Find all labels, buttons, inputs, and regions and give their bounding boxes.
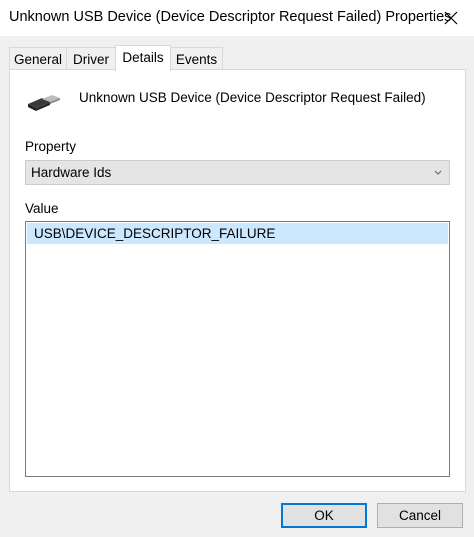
ok-button[interactable]: OK — [281, 503, 367, 528]
cancel-button[interactable]: Cancel — [377, 503, 463, 528]
tab-general[interactable]: General — [9, 47, 67, 70]
list-item[interactable]: USB\DEVICE_DESCRIPTOR_FAILURE — [27, 223, 448, 244]
window-title: Unknown USB Device (Device Descriptor Re… — [9, 9, 452, 25]
chevron-down-icon — [434, 170, 442, 175]
details-panel: Unknown USB Device (Device Descriptor Re… — [9, 69, 466, 492]
close-icon — [444, 11, 458, 25]
value-label: Value — [25, 201, 59, 216]
device-name: Unknown USB Device (Device Descriptor Re… — [79, 90, 426, 105]
title-bar: Unknown USB Device (Device Descriptor Re… — [0, 0, 474, 36]
close-button[interactable] — [428, 0, 474, 36]
property-select[interactable]: Hardware Ids — [25, 160, 450, 185]
usb-connector-icon — [28, 95, 60, 111]
property-label: Property — [25, 139, 77, 154]
tab-details[interactable]: Details — [115, 45, 171, 71]
property-selected-value: Hardware Ids — [31, 165, 112, 180]
tab-driver[interactable]: Driver — [66, 47, 116, 70]
value-listbox[interactable]: USB\DEVICE_DESCRIPTOR_FAILURE — [25, 221, 450, 477]
tab-events[interactable]: Events — [170, 47, 223, 70]
